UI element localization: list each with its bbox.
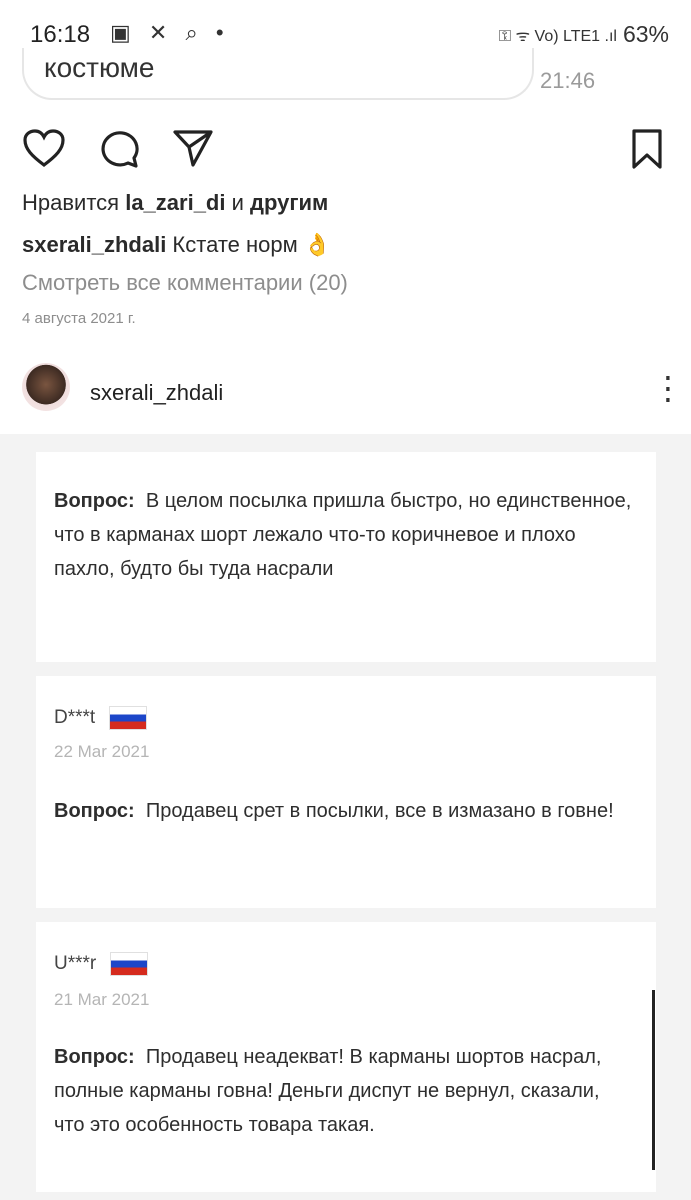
bookmark-icon[interactable] [630, 128, 664, 170]
review-user: U***r [54, 952, 149, 976]
caption-text: Кстате норм 👌 [166, 232, 332, 257]
battery-level: 63% [622, 21, 669, 47]
russia-flag-icon [110, 952, 149, 976]
review-card: Вопрос: В целом посылка пришла быстро, н… [36, 452, 656, 662]
scrollbar [652, 990, 655, 1170]
caption: sxerali_zhdali Кстате норм 👌 [22, 232, 331, 258]
avatar[interactable] [22, 363, 70, 411]
review-date: 22 Mar 2021 [54, 742, 150, 761]
post-date: 4 августа 2021 г. [22, 310, 136, 327]
review-label: Вопрос [54, 1046, 129, 1068]
signal-icons: ⚿ ᯤ Vo) LTE1 .ıl [498, 27, 617, 45]
heart-icon[interactable] [22, 128, 66, 168]
likes-mid: и [225, 190, 250, 215]
notification-icons: ▣ ✕ ⌕ • [110, 20, 230, 45]
comment-icon[interactable] [98, 128, 140, 168]
review-card: D***t 22 Mar 2021 Вопрос: Продавец срет … [36, 676, 656, 908]
status-time: 16:18 [30, 21, 91, 48]
review-text: Продавец срет в посылки, все в измазано … [145, 800, 614, 822]
review-text-block: Вопрос: Продавец неадекват! В карманы шо… [54, 1046, 602, 1136]
caption-user-link[interactable]: sxerali_zhdali [22, 232, 166, 257]
review-card: U***r 21 Mar 2021 Вопрос: Продавец неаде… [36, 922, 656, 1192]
share-icon[interactable] [172, 128, 214, 168]
likes-line: Нравится la_zari_di и другим [22, 190, 328, 216]
likes-others-link[interactable]: другим [250, 190, 328, 215]
review-text: Продавец неадекват! В карманы шортов нас… [54, 1046, 602, 1136]
system-icons: ⚿ ᯤ Vo) LTE1 .ıl 63% [499, 21, 669, 48]
view-all-comments-link[interactable]: Смотреть все комментарии (20) [22, 270, 348, 296]
review-label: Вопрос [54, 800, 129, 822]
review-label: Вопрос [54, 490, 129, 512]
review-text-block: Вопрос: Продавец срет в посылки, все в и… [54, 800, 614, 822]
chat-bubble-text: костюме [44, 52, 155, 83]
review-text-block: Вопрос: В целом посылка пришла быстро, н… [54, 490, 632, 580]
review-username: D***t [54, 707, 96, 728]
review-text: В целом посылка пришла быстро, но единст… [54, 490, 632, 580]
review-user: D***t [54, 706, 148, 730]
review-date: 21 Mar 2021 [54, 990, 150, 1009]
post-author-username[interactable]: sxerali_zhdali [90, 380, 223, 406]
russia-flag-icon [109, 706, 148, 730]
more-icon[interactable]: ⋮ [652, 372, 684, 404]
likes-user-link[interactable]: la_zari_di [125, 190, 225, 215]
likes-prefix: Нравится [22, 190, 126, 215]
chat-bubble-time: 21:46 [540, 68, 596, 93]
review-username: U***r [54, 953, 97, 974]
